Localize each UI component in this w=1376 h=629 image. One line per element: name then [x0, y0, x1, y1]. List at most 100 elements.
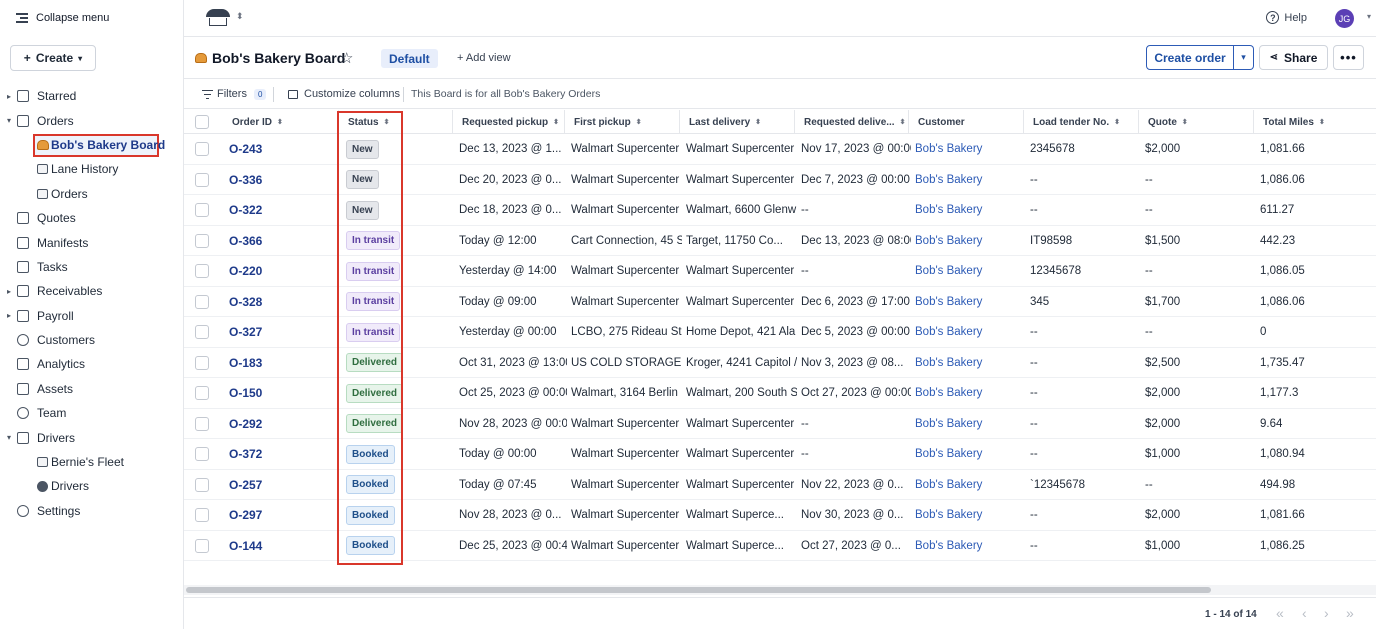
- caret-down-icon[interactable]: ▾: [5, 433, 13, 442]
- column-header-first-pickup[interactable]: First pickup ⬍: [564, 110, 642, 134]
- table-row[interactable]: O-144 Booked Dec 25, 2023 @ 00:45 Walmart S…: [184, 531, 1376, 562]
- status-badge[interactable]: Delivered: [346, 353, 404, 373]
- order-id-link[interactable]: O-327: [229, 317, 341, 348]
- status-badge[interactable]: Delivered: [346, 414, 404, 434]
- customer-link[interactable]: Bob's Bakery: [915, 226, 1026, 257]
- customer-link[interactable]: Bob's Bakery: [915, 500, 1026, 531]
- column-header-quote[interactable]: Quote ⬍: [1138, 110, 1188, 134]
- order-id-link[interactable]: O-144: [229, 531, 341, 562]
- create-order-button[interactable]: Create order: [1146, 45, 1234, 70]
- customer-link[interactable]: Bob's Bakery: [915, 317, 1026, 348]
- order-id-link[interactable]: O-322: [229, 195, 341, 226]
- first-page-icon[interactable]: «: [1276, 605, 1284, 621]
- column-header-requested-delive[interactable]: Requested delive... ⬍: [794, 110, 905, 134]
- previous-page-icon[interactable]: ‹: [1302, 605, 1307, 621]
- customer-link[interactable]: Bob's Bakery: [915, 165, 1026, 196]
- order-id-link[interactable]: O-328: [229, 287, 341, 318]
- column-header-requested-pickup[interactable]: Requested pickup ⬍: [452, 110, 559, 134]
- sidebar-item-bernie-s-fleet[interactable]: Bernie's Fleet: [0, 450, 184, 474]
- customer-link[interactable]: Bob's Bakery: [915, 409, 1026, 440]
- customer-link[interactable]: Bob's Bakery: [915, 348, 1026, 379]
- order-id-link[interactable]: O-150: [229, 378, 341, 409]
- row-checkbox[interactable]: [195, 355, 209, 370]
- order-id-link[interactable]: O-292: [229, 409, 341, 440]
- row-checkbox[interactable]: [195, 203, 209, 217]
- table-row[interactable]: O-220 In transit Yesterday @ 14:00 Walmart …: [184, 256, 1376, 287]
- customer-link[interactable]: Bob's Bakery: [915, 439, 1026, 470]
- select-all-checkbox[interactable]: [195, 115, 209, 129]
- sidebar-item-team[interactable]: Team: [0, 401, 184, 425]
- column-header-total-miles[interactable]: Total Miles ⬍: [1253, 110, 1325, 134]
- order-id-link[interactable]: O-372: [229, 439, 341, 470]
- sidebar-item-receivables[interactable]: ▸ Receivables: [0, 279, 184, 303]
- chevron-down-icon[interactable]: ▾: [1367, 12, 1371, 21]
- sidebar-item-payroll[interactable]: ▸ Payroll: [0, 304, 184, 328]
- status-badge[interactable]: Booked: [346, 536, 395, 556]
- order-id-link[interactable]: O-243: [229, 134, 341, 165]
- order-id-link[interactable]: O-257: [229, 470, 341, 501]
- caret-right-icon[interactable]: ▸: [5, 287, 13, 296]
- sort-icon[interactable]: ⬍: [384, 118, 390, 126]
- next-page-icon[interactable]: ›: [1324, 605, 1329, 621]
- sort-icon[interactable]: ⬍: [1319, 118, 1325, 126]
- tab-default-view[interactable]: Default: [381, 49, 438, 68]
- row-checkbox[interactable]: [195, 386, 209, 400]
- sidebar-item-settings[interactable]: Settings: [0, 499, 184, 523]
- status-badge[interactable]: Booked: [346, 444, 395, 464]
- column-header-status[interactable]: Status ⬍: [338, 110, 389, 134]
- sidebar-item-drivers[interactable]: Drivers: [0, 474, 184, 498]
- row-checkbox[interactable]: [195, 142, 209, 156]
- table-row[interactable]: O-327 In transit Yesterday @ 00:00 LCBO, 27…: [184, 317, 1376, 348]
- order-id-link[interactable]: O-336: [229, 165, 341, 196]
- customize-columns-button[interactable]: Customize columns: [288, 88, 400, 100]
- status-badge[interactable]: Booked: [346, 475, 395, 495]
- customer-link[interactable]: Bob's Bakery: [915, 470, 1026, 501]
- add-view-button[interactable]: + Add view: [457, 52, 511, 64]
- status-badge[interactable]: In transit: [346, 231, 401, 251]
- table-row[interactable]: O-297 Booked Nov 28, 2023 @ 0... Walmart Su…: [184, 500, 1376, 531]
- row-checkbox[interactable]: [195, 447, 209, 461]
- sidebar-item-starred[interactable]: ▸ Starred: [0, 84, 184, 108]
- order-id-link[interactable]: O-366: [229, 226, 341, 257]
- order-id-link[interactable]: O-297: [229, 500, 341, 531]
- row-checkbox[interactable]: [195, 294, 209, 309]
- sidebar-item-bob-s-bakery-board[interactable]: Bob's Bakery Board: [0, 133, 184, 157]
- horizontal-scrollbar-thumb[interactable]: [186, 587, 1211, 593]
- sidebar-item-drivers[interactable]: ▾ Drivers: [0, 425, 184, 449]
- status-badge[interactable]: Delivered: [346, 383, 404, 403]
- collapse-menu-button[interactable]: Collapse menu: [16, 10, 109, 26]
- customer-link[interactable]: Bob's Bakery: [915, 287, 1026, 318]
- sort-icon[interactable]: ⬍: [277, 118, 283, 126]
- customer-link[interactable]: Bob's Bakery: [915, 378, 1026, 409]
- column-header-load-tender-no[interactable]: Load tender No. ⬍: [1023, 110, 1120, 134]
- customer-link[interactable]: Bob's Bakery: [915, 256, 1026, 287]
- status-badge[interactable]: In transit: [346, 322, 401, 342]
- table-row[interactable]: O-366 In transit Today @ 12:00 Cart Connect…: [184, 226, 1376, 257]
- table-row[interactable]: O-328 In transit Today @ 09:00 Walmart Supe…: [184, 287, 1376, 318]
- table-row[interactable]: O-322 New Dec 18, 2023 @ 0... Walmart Super…: [184, 195, 1376, 226]
- sort-icon[interactable]: ⬍: [1114, 118, 1120, 126]
- sort-icon[interactable]: ⬍: [636, 118, 642, 126]
- table-row[interactable]: O-336 New Dec 20, 2023 @ 0... Walmart Super…: [184, 165, 1376, 196]
- company-logo[interactable]: [206, 9, 230, 27]
- status-badge[interactable]: In transit: [346, 292, 401, 312]
- customer-link[interactable]: Bob's Bakery: [915, 195, 1026, 226]
- sidebar-item-orders[interactable]: ▾ Orders: [0, 108, 184, 132]
- row-checkbox[interactable]: [195, 233, 209, 248]
- star-icon[interactable]: ☆: [340, 49, 353, 67]
- customer-link[interactable]: Bob's Bakery: [915, 134, 1026, 165]
- caret-right-icon[interactable]: ▸: [5, 311, 13, 320]
- sidebar-item-assets[interactable]: Assets: [0, 377, 184, 401]
- status-badge[interactable]: Booked: [346, 505, 395, 525]
- last-page-icon[interactable]: »: [1346, 605, 1354, 621]
- sidebar-item-tasks[interactable]: Tasks: [0, 255, 184, 279]
- table-row[interactable]: O-257 Booked Today @ 07:45 Walmart Supercen…: [184, 470, 1376, 501]
- row-checkbox[interactable]: [195, 325, 209, 339]
- status-badge[interactable]: New: [346, 139, 379, 159]
- row-checkbox[interactable]: [195, 477, 209, 492]
- row-checkbox[interactable]: [195, 264, 209, 278]
- avatar[interactable]: JG: [1335, 9, 1354, 28]
- sort-icon[interactable]: ⬍: [900, 118, 906, 126]
- row-checkbox[interactable]: [195, 508, 209, 522]
- share-button[interactable]: ⋖ Share: [1259, 45, 1328, 70]
